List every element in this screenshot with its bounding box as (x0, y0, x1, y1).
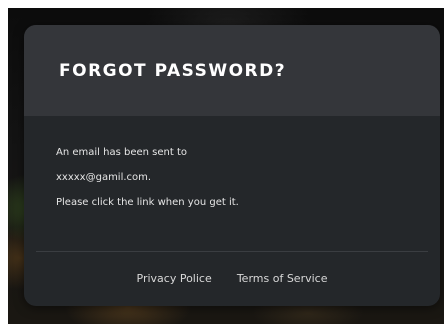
privacy-policy-link[interactable]: Privacy Police (137, 272, 212, 285)
terms-of-service-link[interactable]: Terms of Service (237, 272, 328, 285)
message-line-instruction: Please click the link when you get it. (56, 197, 239, 208)
message-line-sent: An email has been sent to (56, 147, 187, 158)
message-line-email: xxxxx@gamil.com. (56, 172, 152, 183)
forgot-password-dialog: FORGOT PASSWORD? An email has been sent … (24, 25, 440, 306)
dialog-message: An email has been sent to xxxxx@gamil.co… (56, 146, 416, 221)
dialog-header: FORGOT PASSWORD? (24, 25, 440, 116)
footer-divider (36, 251, 428, 252)
dialog-title: FORGOT PASSWORD? (59, 61, 287, 81)
dialog-footer: Privacy Police Terms of Service (24, 267, 440, 286)
